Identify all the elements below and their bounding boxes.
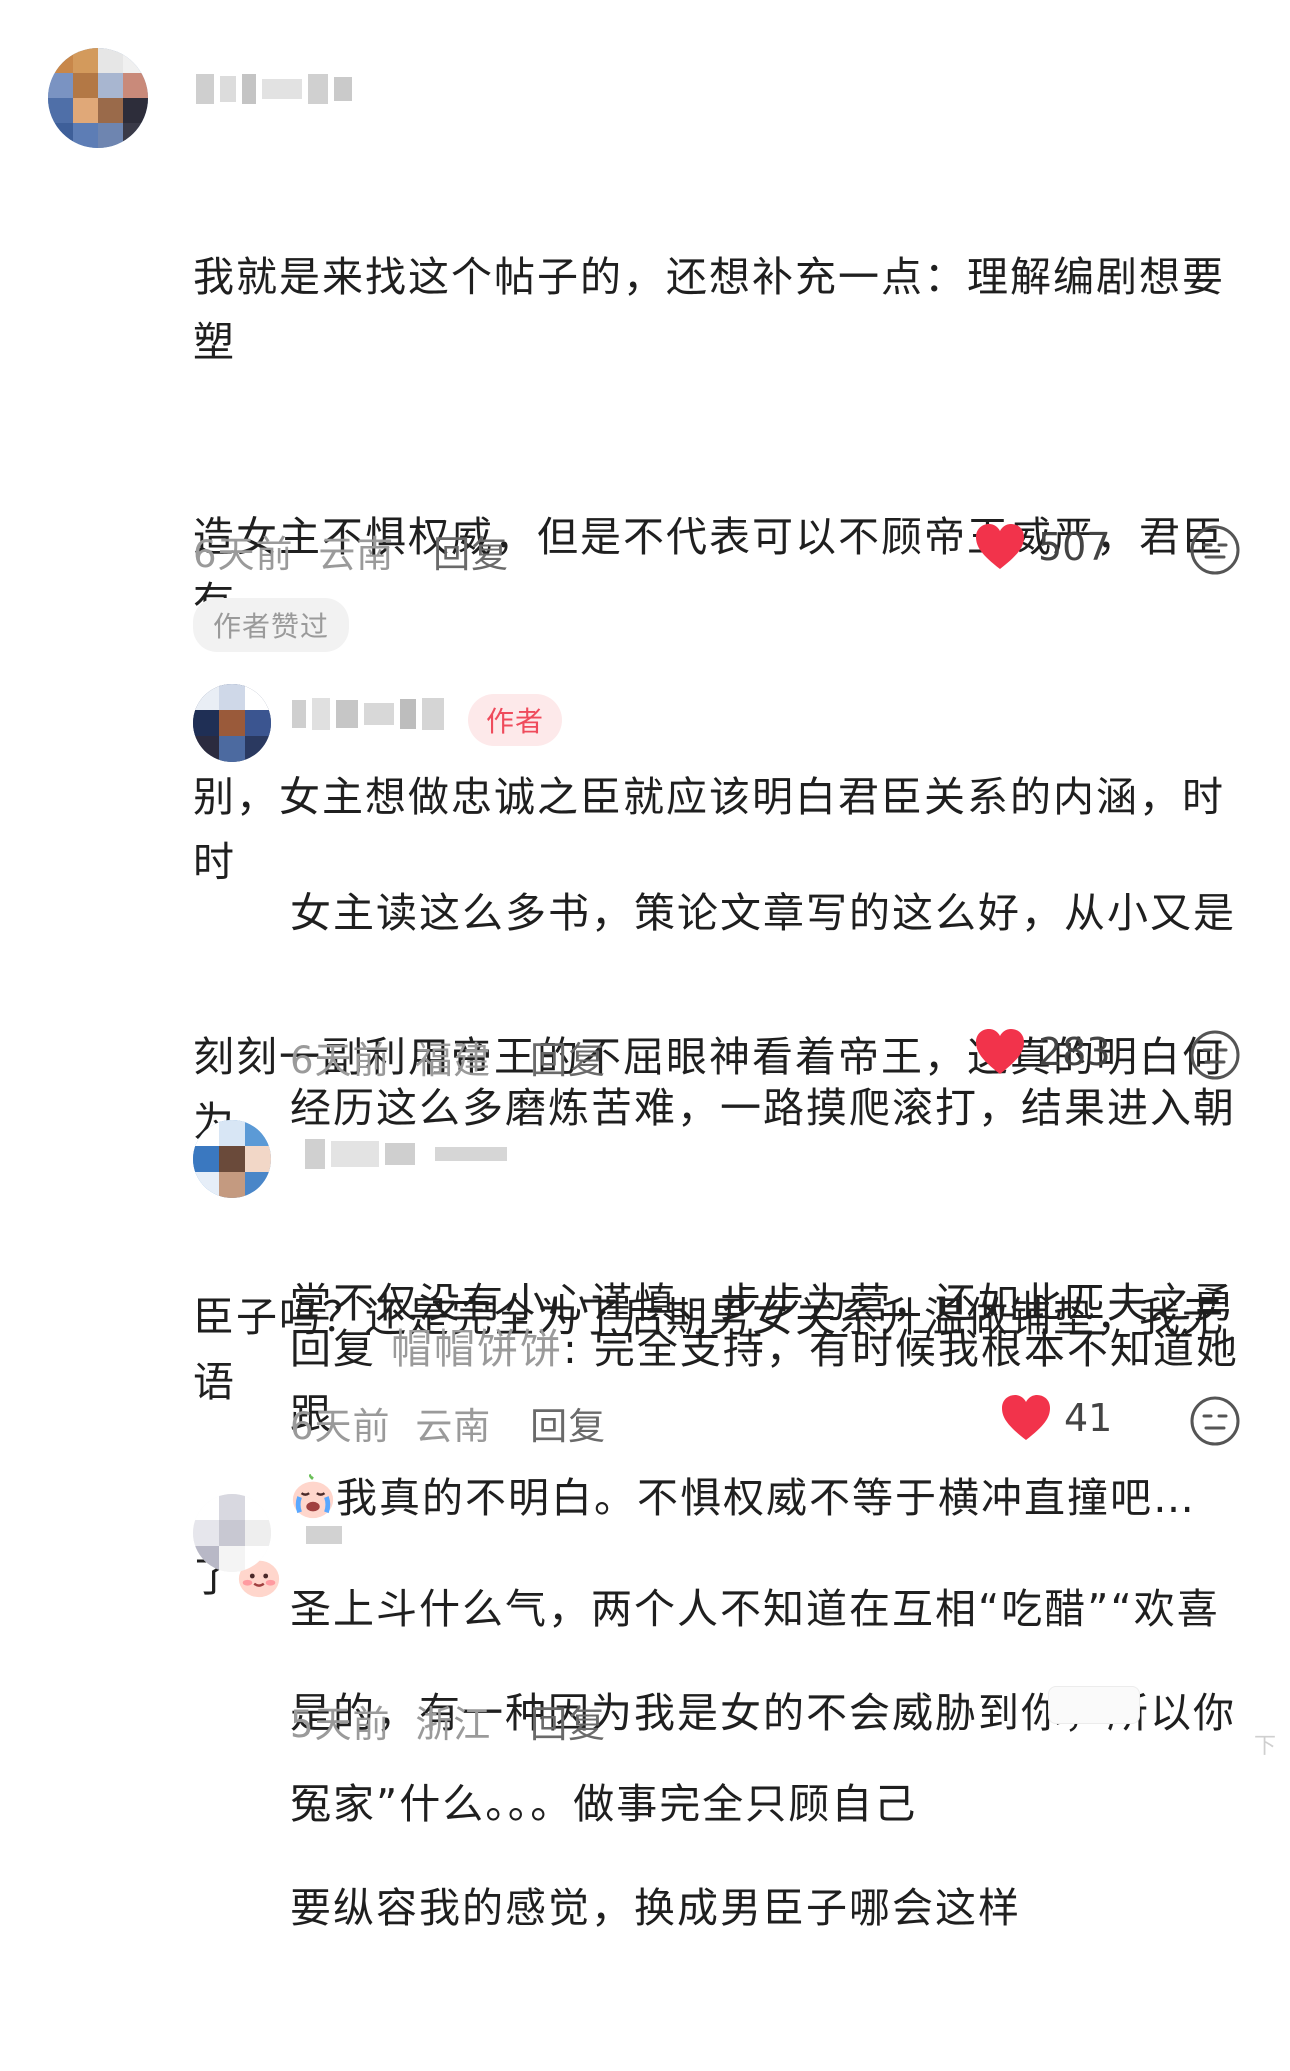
like-count: 507 (1038, 525, 1111, 569)
comment-meta: 6天前 云南 回复 (193, 524, 509, 578)
timestamp: 6天前 (193, 533, 294, 576)
timestamp: 6天前 (290, 1039, 391, 1082)
avatar[interactable] (193, 1494, 271, 1572)
reply-target-user[interactable]: 帽帽饼饼 (391, 1325, 563, 1373)
username-blurred[interactable] (292, 694, 444, 734)
heart-icon (976, 1029, 1024, 1074)
dislike-face-icon[interactable] (1189, 1029, 1241, 1081)
comment-text: 是的，有一种因为我是女的不会威胁到你，所以你 要纵容我的感觉，换成男臣子哪会这样 (290, 1551, 1250, 2071)
like-button[interactable]: 41 (1000, 1394, 1112, 1442)
reply-prefix: 回复 (290, 1325, 376, 1373)
location: 云南 (318, 533, 395, 576)
reply-button[interactable]: 回复 (530, 1405, 606, 1448)
username-blurred[interactable] (305, 1136, 507, 1172)
reply-button[interactable]: 回复 (433, 533, 509, 576)
like-count: 283 (1038, 1030, 1111, 1074)
location: 浙江 (415, 1703, 492, 1746)
text-line: 我就是来找这个帖子的，还想补充一点：理解编剧想要塑 (193, 253, 1225, 366)
like-count: 41 (1064, 1396, 1113, 1440)
avatar[interactable] (193, 684, 271, 762)
comment-meta: 6天前 云南 回复 (290, 1396, 606, 1450)
author-liked-badge: 作者赞过 (193, 598, 350, 652)
comment-meta: 6天前 福建 回复 (290, 1030, 606, 1084)
watermark-box (1048, 1686, 1140, 1724)
like-button[interactable]: 283 (974, 1028, 1111, 1076)
timestamp: 5天前 (290, 1703, 391, 1746)
dislike-face-icon[interactable] (1189, 524, 1241, 576)
location: 云南 (415, 1405, 492, 1448)
author-tag: 作者 (468, 694, 563, 746)
location: 福建 (415, 1039, 492, 1082)
text-line: 女主读这么多书，策论文章写的这么好，从小又是 (290, 889, 1236, 937)
username-blurred[interactable] (306, 1525, 342, 1545)
username-blurred[interactable] (196, 72, 352, 106)
heart-icon (1002, 1395, 1050, 1440)
text-line: 要纵容我的感觉，换成男臣子哪会这样 (290, 1884, 1021, 1932)
timestamp: 6天前 (290, 1405, 391, 1448)
reply-button[interactable]: 回复 (530, 1703, 606, 1746)
like-button[interactable]: 507 (974, 523, 1111, 571)
avatar[interactable] (48, 48, 148, 148)
heart-icon (976, 524, 1024, 569)
text-line: 经历这么多磨炼苦难，一路摸爬滚打，结果进入朝 (290, 1084, 1236, 1132)
avatar[interactable] (193, 1120, 271, 1198)
comment-meta: 5天前 浙江 回复 (290, 1694, 606, 1748)
dislike-face-icon[interactable] (1189, 1395, 1241, 1447)
reply-button[interactable]: 回复 (530, 1039, 606, 1082)
watermark: 下 (1253, 1734, 1276, 1759)
